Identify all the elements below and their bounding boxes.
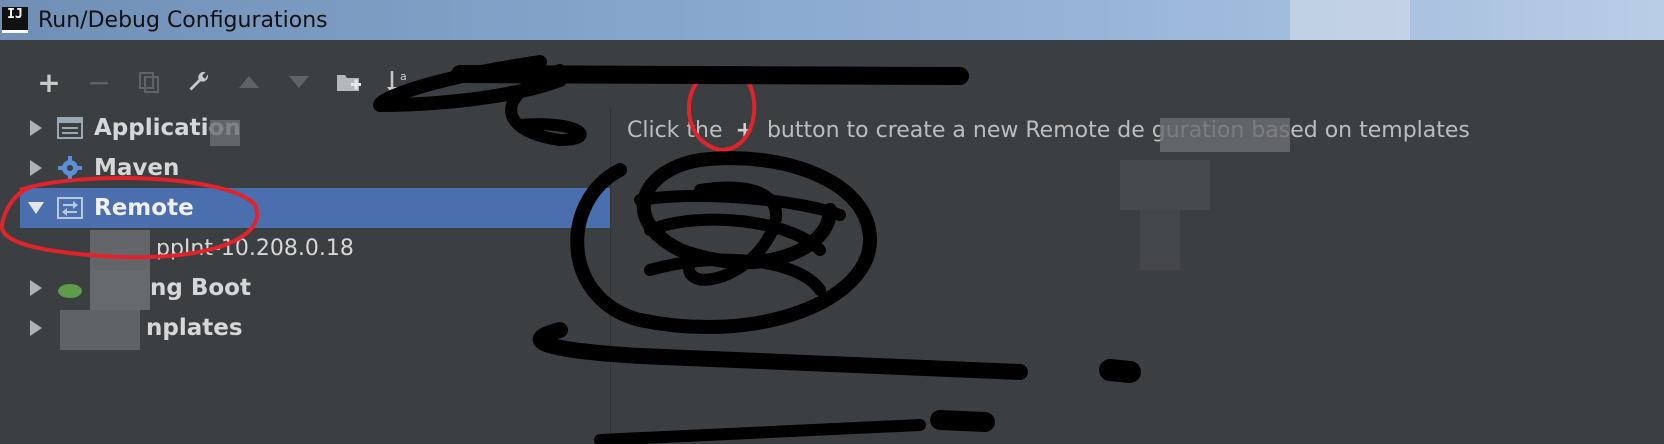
tree-item-maven[interactable]: Maven bbox=[20, 148, 610, 188]
collapse-arrow-icon[interactable] bbox=[28, 202, 44, 214]
hint-prefix: Click the bbox=[627, 118, 723, 143]
svg-text:z: z bbox=[400, 83, 406, 96]
remove-configuration-button[interactable]: − bbox=[74, 63, 124, 101]
tree-item-label: Remote bbox=[94, 195, 194, 221]
wrench-icon bbox=[189, 71, 208, 91]
templates-icon bbox=[56, 316, 84, 340]
tree-item-label: ng Boot bbox=[150, 275, 251, 301]
expand-arrow-icon[interactable] bbox=[30, 280, 42, 296]
tree-item-label: Maven bbox=[94, 155, 180, 181]
title-bar: IJ Run/Debug Configurations bbox=[0, 0, 1664, 40]
window-title: Run/Debug Configurations bbox=[38, 7, 328, 33]
application-icon bbox=[56, 116, 84, 140]
arrow-up-icon bbox=[239, 76, 259, 88]
folder-add-icon bbox=[337, 75, 361, 91]
hint-suffix: button to create a new Remote de guratio… bbox=[766, 118, 1470, 143]
arrow-down-icon bbox=[289, 76, 309, 88]
configuration-tree: Application Maven Remote ppInt-10.208.0.… bbox=[20, 108, 611, 444]
expand-arrow-icon[interactable] bbox=[30, 120, 42, 136]
empty-config-hint: Click the + button to create a new Remot… bbox=[627, 118, 1470, 143]
tree-item-spring-boot[interactable]: ng Boot bbox=[20, 268, 610, 308]
plus-icon: + bbox=[735, 118, 754, 143]
tree-item-templates[interactable]: nplates bbox=[20, 308, 610, 348]
new-folder-button[interactable] bbox=[324, 63, 374, 101]
svg-text:a: a bbox=[400, 70, 407, 83]
tree-item-remote-config[interactable]: ppInt-10.208.0.18 bbox=[20, 228, 610, 268]
move-up-button[interactable] bbox=[224, 63, 274, 101]
add-configuration-button[interactable]: + bbox=[24, 63, 74, 101]
tree-item-remote[interactable]: Remote bbox=[20, 188, 610, 228]
spring-boot-icon bbox=[56, 276, 84, 300]
minus-icon: − bbox=[87, 65, 111, 99]
expand-arrow-icon[interactable] bbox=[30, 160, 42, 176]
copy-icon bbox=[139, 72, 159, 93]
tree-item-label: nplates bbox=[146, 315, 243, 341]
move-down-button[interactable] bbox=[274, 63, 324, 101]
sort-alphabetically-button[interactable]: a z bbox=[374, 63, 424, 101]
run-debug-configurations-dialog: IJ Run/Debug Configurations + − a z Appl… bbox=[0, 0, 1664, 444]
tree-item-application[interactable]: Application bbox=[20, 108, 610, 148]
plus-icon: + bbox=[37, 65, 61, 99]
sort-az-icon: a z bbox=[387, 70, 407, 96]
remote-icon bbox=[56, 196, 84, 220]
tree-item-label: Application bbox=[94, 115, 241, 141]
intellij-logo-icon: IJ bbox=[2, 7, 28, 33]
gear-icon bbox=[56, 156, 84, 180]
expand-arrow-icon[interactable] bbox=[30, 320, 42, 336]
copy-configuration-button[interactable] bbox=[124, 63, 174, 101]
config-toolbar: + − a z bbox=[24, 62, 424, 102]
edit-defaults-button[interactable] bbox=[174, 63, 224, 101]
tree-item-label: ppInt-10.208.0.18 bbox=[156, 235, 354, 261]
